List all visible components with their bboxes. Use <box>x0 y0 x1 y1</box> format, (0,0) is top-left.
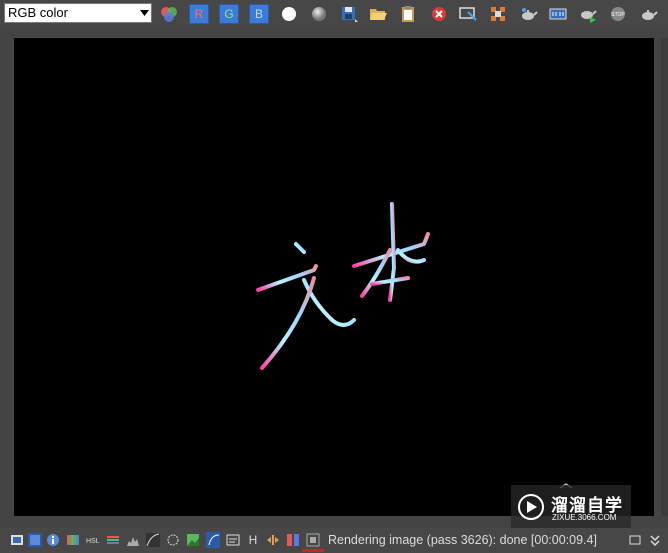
hsl-icon[interactable]: HSL <box>86 533 100 547</box>
expand-chevrons-icon[interactable] <box>648 533 662 547</box>
lut-icon[interactable] <box>66 533 80 547</box>
watermark-logo-icon <box>517 493 545 521</box>
vfb-toolbar: RGB color R G B STOP <box>0 0 668 28</box>
render-settings-teapot-icon[interactable] <box>637 3 659 25</box>
frame-icon[interactable] <box>306 533 320 547</box>
monochrome-circle-icon[interactable] <box>278 3 300 25</box>
vfb-history-icon[interactable] <box>547 3 569 25</box>
open-folder-icon[interactable] <box>367 3 389 25</box>
region-render-icon[interactable] <box>487 3 509 25</box>
levels-icon[interactable] <box>106 533 120 547</box>
green-channel-button[interactable]: G <box>218 3 240 25</box>
stamp-icon[interactable] <box>226 533 240 547</box>
color-clamp-icon[interactable] <box>286 533 300 547</box>
compare-icon[interactable] <box>266 533 280 547</box>
background-icon[interactable] <box>186 533 200 547</box>
stop-render-icon[interactable]: STOP <box>607 3 629 25</box>
color-channels-icon[interactable] <box>158 3 180 25</box>
track-mouse-icon[interactable] <box>457 3 479 25</box>
svg-text:HSL: HSL <box>86 538 100 545</box>
clipboard-icon[interactable] <box>397 3 419 25</box>
watermark-subtitle: ZIXUE.3066.COM <box>552 513 617 522</box>
vfb-statusbar: HSL H Rendering image (pass 3626): done … <box>0 528 668 553</box>
blue-channel-button[interactable]: B <box>248 3 270 25</box>
display-mode-select[interactable]: RGB color <box>4 3 152 23</box>
chevron-down-icon <box>137 4 151 22</box>
render-teapot-icon[interactable] <box>577 3 599 25</box>
alpha-circle-icon[interactable] <box>308 3 330 25</box>
srgb-icon[interactable] <box>28 533 42 547</box>
restore-window-icon[interactable] <box>628 533 642 547</box>
display-mode-value: RGB color <box>8 5 68 20</box>
h-icon[interactable]: H <box>246 533 260 547</box>
red-channel-button[interactable]: R <box>188 3 210 25</box>
info-icon[interactable] <box>46 533 60 547</box>
save-image-icon[interactable] <box>338 3 360 25</box>
display-corrections-icon[interactable] <box>10 533 24 547</box>
teapot-render-icon[interactable] <box>517 3 539 25</box>
rendered-text-image <box>256 202 573 489</box>
histogram-icon[interactable] <box>126 533 140 547</box>
progress-indicator <box>302 549 324 552</box>
svg-text:STOP: STOP <box>611 12 625 18</box>
clear-image-icon[interactable] <box>428 3 450 25</box>
viewport-scrollbar[interactable] <box>661 38 668 516</box>
pixel-aspect-icon[interactable] <box>206 532 220 548</box>
curves-icon[interactable] <box>146 533 160 547</box>
lens-effects-icon[interactable] <box>166 533 180 547</box>
watermark-badge: 溜溜自学 ZIXUE.3066.COM <box>511 485 631 528</box>
render-status-message: Rendering image (pass 3626): done [00:00… <box>328 533 597 547</box>
render-viewport[interactable] <box>14 38 654 516</box>
